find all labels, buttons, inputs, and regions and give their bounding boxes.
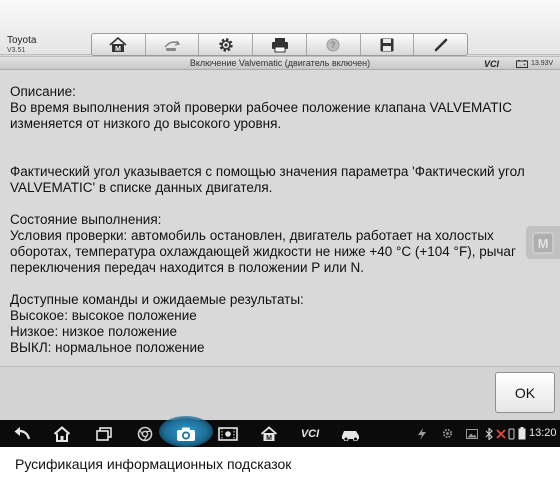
home-button[interactable]: M (92, 34, 146, 55)
chrome-icon (137, 426, 153, 441)
bluetooth-status (483, 420, 495, 447)
flash-status (414, 420, 430, 447)
recent-apps-icon (96, 426, 112, 441)
vci-shortcut-button[interactable]: VCI (294, 420, 326, 447)
edit-button[interactable] (414, 34, 467, 55)
angle-text: VALVEMATIC' в списке данных двигателя. (10, 180, 273, 195)
battery-voltage: 13.93V (531, 60, 554, 67)
command-low: Низкое: низкое положение (10, 324, 178, 339)
description-text: Во время выполнения этой проверки рабоче… (10, 100, 513, 115)
status-clock: 13:20 (529, 427, 557, 439)
action-bar (0, 366, 560, 420)
back-arrow-icon (14, 426, 31, 439)
home-nav-button[interactable] (48, 420, 76, 447)
back-button[interactable] (8, 420, 36, 447)
conditions-heading: Состояние выполнения: (10, 212, 162, 227)
printer-icon (271, 37, 288, 52)
svg-text:M: M (266, 435, 272, 442)
info-text-panel: Описание: Во время выполнения этой прове… (0, 70, 525, 366)
vehicle-make: Toyota (7, 35, 37, 46)
ok-button[interactable]: OK (495, 372, 555, 413)
vci-status: VCI (484, 59, 500, 69)
command-high: Высокое: высокое положение (10, 308, 197, 323)
wifi-status (507, 420, 515, 447)
no-signal-icon (496, 428, 506, 439)
screen-record-button[interactable] (214, 420, 242, 447)
no-signal-status (495, 420, 507, 447)
vehicle-swap-icon (164, 40, 181, 51)
m-home-icon: M (260, 425, 278, 442)
gallery-status (465, 420, 479, 447)
top-bar: Toyota V3.51 M ? (0, 0, 560, 56)
bluetooth-icon (485, 427, 493, 440)
image-icon (466, 428, 478, 439)
help-button[interactable]: ? (307, 34, 361, 55)
svg-text:+: + (523, 63, 526, 69)
house-icon (53, 425, 71, 442)
wifi-icon (508, 428, 514, 439)
camera-icon (177, 427, 195, 441)
car-icon (342, 430, 359, 441)
screen-title-bar: Включение Valvematic (двигатель включен)… (0, 56, 560, 70)
battery-icon (518, 427, 525, 440)
software-version: V3.51 (7, 47, 26, 54)
settings-button[interactable] (199, 34, 254, 55)
battery-icon: - + (516, 60, 528, 69)
browser-button[interactable] (132, 420, 158, 447)
command-off: ВЫКЛ: нормальное положение (10, 340, 205, 355)
pen-icon (434, 38, 447, 51)
image-caption: Русификация информационных подсказок (15, 456, 292, 472)
conditions-text: Условия проверки: автомобиль остановлен,… (10, 228, 494, 243)
floating-m-button[interactable]: M (526, 226, 560, 259)
svg-text:M: M (538, 236, 549, 251)
angle-text: Фактический угол указывается с помощью з… (10, 164, 525, 179)
m-home-icon: M (109, 36, 127, 53)
description-heading: Описание: (10, 84, 76, 99)
help-icon: ? (326, 38, 340, 51)
vehicle-swap-button[interactable] (146, 34, 200, 55)
battery-status (515, 420, 528, 447)
conditions-text: переключения передач находится в положен… (10, 260, 365, 275)
svg-text:M: M (115, 46, 121, 53)
settings-status (440, 420, 454, 447)
svg-text:?: ? (330, 40, 336, 50)
app-screen: Toyota V3.51 M ? Включение Valvematic (д… (0, 0, 560, 447)
vehicle-shortcut-button[interactable] (336, 420, 366, 447)
m-logo-icon: M (532, 231, 554, 254)
lightning-icon (418, 427, 426, 440)
gear-icon (219, 37, 233, 52)
maxisys-shortcut-button[interactable]: M (255, 420, 283, 447)
recent-apps-button[interactable] (90, 420, 118, 447)
commands-heading: Доступные команды и ожидаемые результаты… (10, 292, 304, 307)
camera-button[interactable] (171, 420, 201, 447)
screen-title: Включение Valvematic (двигатель включен) (189, 58, 371, 68)
toolbar: M ? (91, 33, 468, 56)
save-button[interactable] (361, 34, 415, 55)
print-button[interactable] (253, 34, 307, 55)
floppy-icon (380, 38, 394, 51)
conditions-text: оборотах, температура охлаждающей жидкос… (10, 244, 516, 259)
vci-shortcut-label: VCI (300, 427, 320, 440)
film-frame-icon (218, 426, 238, 441)
gear-icon (442, 428, 452, 439)
brand-info: Toyota V3.51 (7, 35, 36, 55)
description-text: изменяется от низкого до высокого уровня… (10, 116, 282, 131)
